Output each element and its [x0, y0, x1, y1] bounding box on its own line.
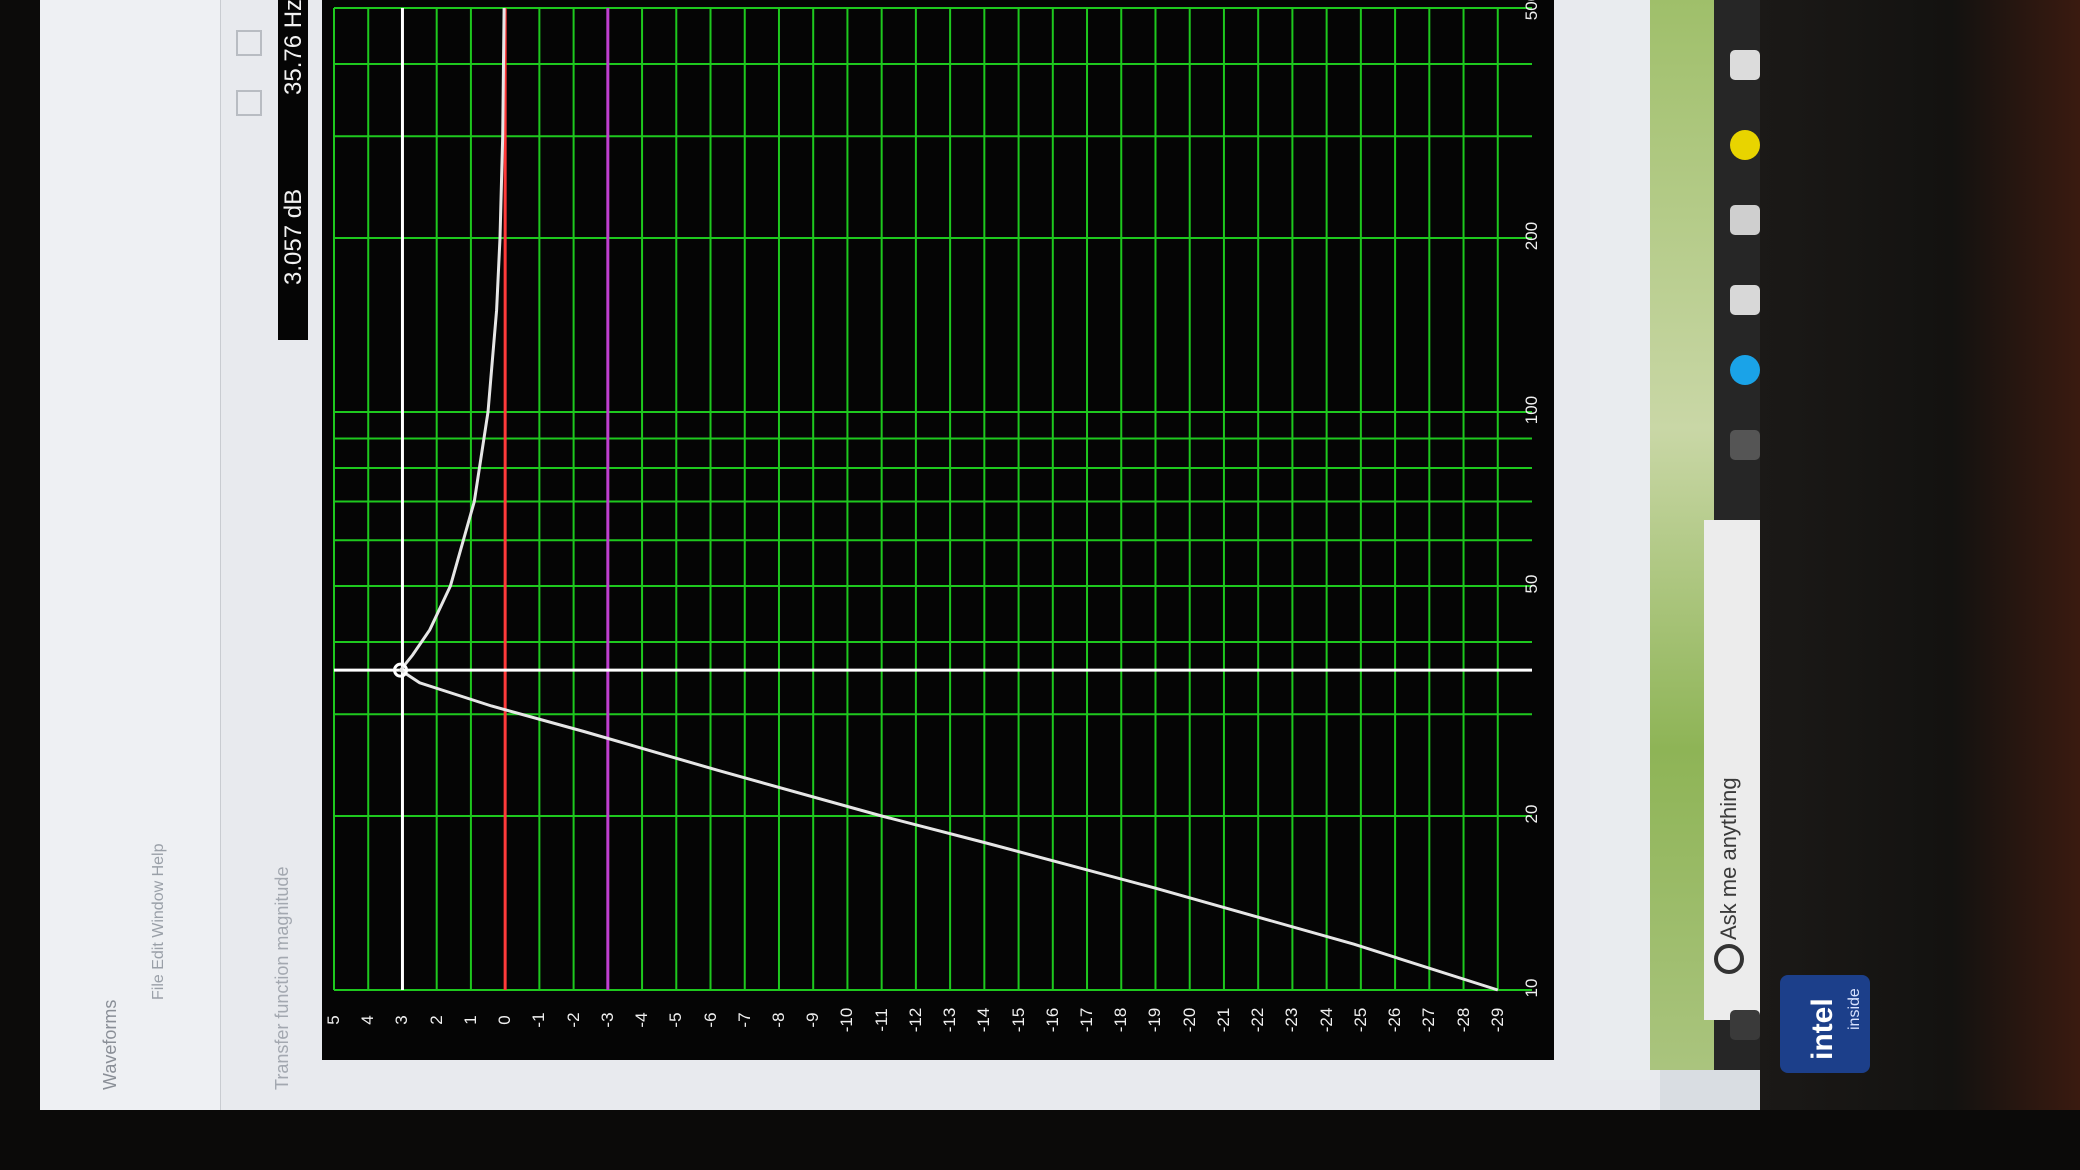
readout-gain: 3.057 dB: [280, 188, 307, 285]
y-tick-label: -18: [1111, 1007, 1131, 1033]
y-tick-label: -10: [837, 1007, 857, 1033]
store-icon[interactable]: [1730, 205, 1760, 235]
y-tick-label: -29: [1487, 1007, 1507, 1033]
y-tick-label: -11: [871, 1008, 891, 1032]
title-bar: [40, 0, 221, 1110]
windows-start-icon[interactable]: [1730, 1010, 1760, 1040]
x-tick-label: 100: [1522, 395, 1541, 425]
search-placeholder[interactable]: Ask me anything: [1716, 777, 1742, 940]
y-tick-label: -27: [1419, 1007, 1439, 1033]
y-tick-label: -2: [563, 1012, 583, 1028]
x-tick-label: 200: [1522, 221, 1541, 251]
y-tick-label: 5: [324, 1015, 343, 1025]
y-tick-label: -25: [1350, 1007, 1370, 1033]
edge-browser-icon[interactable]: [1730, 355, 1760, 385]
y-tick-label: -16: [1042, 1007, 1062, 1033]
y-tick-label: 0: [495, 1015, 515, 1025]
x-tick-label: 50: [1522, 574, 1541, 594]
y-tick-label: -13: [940, 1007, 960, 1033]
y-tick-label: -19: [1145, 1007, 1165, 1033]
plot-caption: Transfer function magnitude: [272, 866, 292, 1090]
y-tick-label: 2: [426, 1015, 446, 1025]
y-tick-label: -22: [1248, 1007, 1268, 1033]
y-tick-label: -23: [1282, 1007, 1302, 1033]
up-arrow-icon[interactable]: [1730, 50, 1760, 80]
y-tick-label: 1: [460, 1015, 480, 1025]
readout-frequency: 35.76 Hz: [280, 0, 307, 95]
window-border-right: [1590, 0, 1650, 1080]
intel-inside-text: inside: [1846, 988, 1863, 1030]
x-tick-label: 20: [1522, 804, 1541, 824]
y-tick-label: -28: [1453, 1007, 1473, 1033]
bode-magnitude-plot[interactable]: 5 4 3 2 1 0 -1 -2 -3 -4 -5 -6 -7 -8 -9 -10 -11 -12 -13 -14-…: [322, 0, 1554, 1060]
monitor-bezel-bottom: [0, 1110, 2080, 1170]
y-tick-label: -8: [768, 1012, 788, 1028]
monitor-bezel-left: [0, 0, 40, 1170]
y-tick-label: -24: [1316, 1007, 1336, 1033]
y-tick-label: -9: [803, 1012, 823, 1028]
y-tick-label: -1: [529, 1012, 549, 1028]
file-explorer-icon[interactable]: [1730, 285, 1760, 315]
y-tick-label: -7: [734, 1012, 754, 1028]
x-tick-label: 500: [1522, 0, 1541, 21]
spotify-icon[interactable]: [1730, 130, 1760, 160]
close-window-button[interactable]: [236, 30, 262, 56]
y-tick-label: 3: [392, 1015, 412, 1025]
intel-logo-text: intel: [1806, 998, 1839, 1060]
y-tick-label: -12: [905, 1007, 925, 1033]
app-title: Waveforms: [100, 999, 120, 1090]
y-tick-label: -4: [632, 1012, 652, 1028]
menu-bar[interactable]: File Edit Window Help: [150, 844, 168, 1001]
y-tick-label: -17: [1077, 1007, 1097, 1033]
y-tick-label: -20: [1179, 1007, 1199, 1033]
y-tick-label: -3: [597, 1012, 617, 1028]
search-ring-icon: [1714, 944, 1744, 974]
y-tick-label: -21: [1213, 1007, 1233, 1033]
y-tick-label: -6: [700, 1012, 720, 1028]
maximize-window-button[interactable]: [236, 90, 262, 116]
y-tick-label: -5: [666, 1012, 686, 1028]
y-tick-label: -14: [974, 1007, 994, 1033]
y-tick-label: 4: [358, 1015, 378, 1025]
plot-canvas[interactable]: [322, 0, 1554, 1060]
task-view-icon[interactable]: [1730, 430, 1760, 460]
y-tick-label: -15: [1008, 1007, 1028, 1033]
x-tick-label: 10: [1522, 978, 1541, 998]
y-tick-label: -26: [1385, 1007, 1405, 1033]
